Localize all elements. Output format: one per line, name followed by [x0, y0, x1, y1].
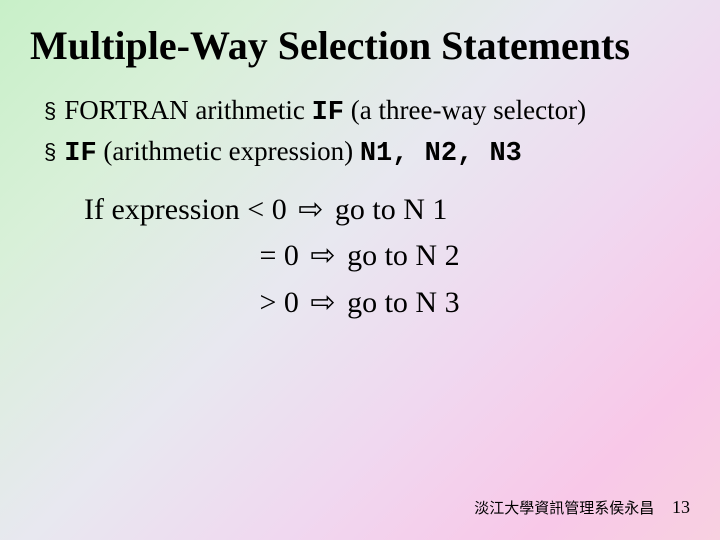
explain-cond: > 0: [260, 280, 299, 327]
bullet-item-1: § FORTRAN arithmetic IF (a three-way sel…: [44, 92, 690, 131]
code-if: IF: [312, 98, 344, 128]
arrow-icon: ⇨: [310, 280, 335, 327]
text-mid: (arithmetic expression): [97, 136, 360, 166]
slide: Multiple-Way Selection Statements § FORT…: [0, 0, 720, 540]
footer: 淡江大學資訊管理系侯永昌 13: [474, 497, 690, 518]
arrow-icon: ⇨: [298, 187, 323, 234]
arrow-icon: ⇨: [310, 233, 335, 280]
explain-row-2: = 0 ⇨ go to N 2: [84, 233, 690, 280]
bullet-list: § FORTRAN arithmetic IF (a three-way sel…: [44, 92, 690, 173]
bullet-text: FORTRAN arithmetic IF (a three-way selec…: [64, 92, 690, 131]
bullet-item-2: § IF (arithmetic expression) N1, N2, N3: [44, 133, 690, 172]
explain-target: go to N 3: [347, 280, 460, 327]
explain-target: go to N 2: [347, 233, 460, 280]
footer-org: 淡江大學資訊管理系侯永昌: [474, 501, 654, 517]
code-targets: N1, N2, N3: [360, 139, 522, 169]
bullet-text: IF (arithmetic expression) N1, N2, N3: [64, 133, 690, 172]
text-pre: FORTRAN arithmetic: [64, 95, 311, 125]
page-title: Multiple-Way Selection Statements: [30, 24, 690, 68]
explain-row-1: If expression < 0 ⇨ go to N 1: [84, 187, 690, 234]
explain-cond: < 0: [247, 187, 286, 234]
explain-row-3: > 0 ⇨ go to N 3: [84, 280, 690, 327]
explain-cond: = 0: [260, 233, 299, 280]
explanation-block: If expression < 0 ⇨ go to N 1 = 0 ⇨ go t…: [84, 187, 690, 327]
text-post: (a three-way selector): [344, 95, 586, 125]
explain-lead: If expression: [84, 187, 240, 234]
bullet-marker: §: [44, 137, 56, 172]
bullet-marker: §: [44, 96, 56, 131]
code-if: IF: [64, 139, 96, 169]
explain-target: go to N 1: [335, 187, 448, 234]
page-number: 13: [672, 497, 690, 517]
